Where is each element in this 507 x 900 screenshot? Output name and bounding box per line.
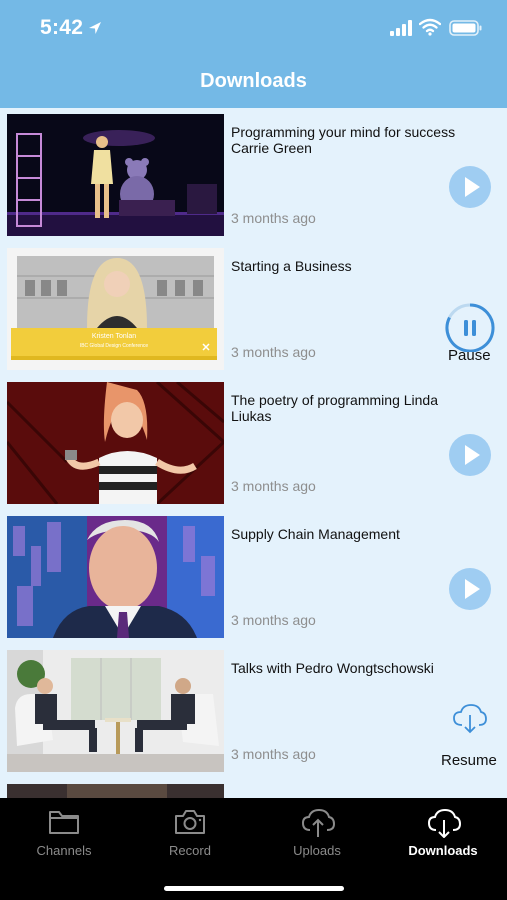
list-item[interactable]: Supply Chain Management 3 months ago <box>0 510 507 644</box>
video-age: 3 months ago <box>231 612 316 628</box>
video-title[interactable]: Starting a Business <box>231 258 476 274</box>
pause-download-button[interactable] <box>440 296 500 376</box>
tab-label: Downloads <box>408 843 478 858</box>
video-thumbnail[interactable] <box>7 114 224 236</box>
play-icon <box>465 445 480 465</box>
play-icon <box>465 177 480 197</box>
play-button[interactable] <box>449 166 491 208</box>
cellular-signal-icon <box>390 20 412 36</box>
cloud-download-icon <box>427 808 461 838</box>
thumb-caption-sub: IBC Global Design Conference <box>80 343 149 349</box>
cloud-download-icon[interactable] <box>452 704 488 734</box>
video-thumbnail[interactable] <box>7 516 224 638</box>
tab-label: Uploads <box>293 843 341 858</box>
download-progress-ring <box>445 303 495 353</box>
tab-bar: Channels Record Uploads Downloads <box>0 798 507 900</box>
video-age: 3 months ago <box>231 344 316 360</box>
status-time: 5:42 <box>40 16 84 39</box>
list-item[interactable]: Kristen Tonlan IBC Global Design Confere… <box>0 242 507 376</box>
tab-downloads[interactable]: Downloads <box>380 798 506 868</box>
video-age: 3 months ago <box>231 210 316 226</box>
video-age: 3 months ago <box>231 478 316 494</box>
video-title[interactable]: Programming your mind for success Carrie… <box>231 124 476 156</box>
video-age: 3 months ago <box>231 746 316 762</box>
play-button[interactable] <box>449 434 491 476</box>
pause-label[interactable]: Pause <box>448 347 491 364</box>
status-bar: 5:42 <box>0 0 507 56</box>
video-title[interactable]: Talks with Pedro Wongtschowski <box>231 660 476 676</box>
pause-icon <box>464 320 476 336</box>
page-title: Downloads <box>200 70 307 92</box>
battery-icon <box>449 20 482 36</box>
list-item[interactable]: Talks with Pedro Wongtschowski 3 months … <box>0 644 507 778</box>
tab-record[interactable]: Record <box>127 798 253 868</box>
tab-label: Record <box>169 843 211 858</box>
play-button[interactable] <box>449 568 491 610</box>
tab-uploads[interactable]: Uploads <box>254 798 380 868</box>
video-thumbnail[interactable] <box>7 650 224 772</box>
video-title[interactable]: The poetry of programming Linda Liukas <box>231 392 476 424</box>
video-thumbnail[interactable] <box>7 784 224 798</box>
wifi-icon <box>419 18 441 36</box>
cloud-upload-icon <box>301 808 335 837</box>
tab-channels[interactable]: Channels <box>1 798 127 868</box>
home-indicator[interactable] <box>164 886 344 891</box>
list-item[interactable] <box>0 778 507 798</box>
thumb-caption-name: Kristen Tonlan <box>92 333 136 340</box>
downloads-list[interactable]: Programming your mind for success Carrie… <box>0 108 507 798</box>
tab-label: Channels <box>36 843 92 858</box>
list-item[interactable]: The poetry of programming Linda Liukas 3… <box>0 376 507 510</box>
resume-label[interactable]: Resume <box>441 752 497 769</box>
video-thumbnail[interactable]: Kristen Tonlan IBC Global Design Confere… <box>7 248 224 370</box>
location-arrow-icon <box>89 22 101 34</box>
video-title[interactable]: Supply Chain Management <box>231 526 476 542</box>
list-item[interactable]: Programming your mind for success Carrie… <box>0 108 507 242</box>
video-thumbnail[interactable] <box>7 382 224 504</box>
app-header: 5:42 Downloads <box>0 0 507 108</box>
play-icon <box>465 579 480 599</box>
folder-icon <box>49 811 79 834</box>
camera-icon <box>175 810 205 834</box>
